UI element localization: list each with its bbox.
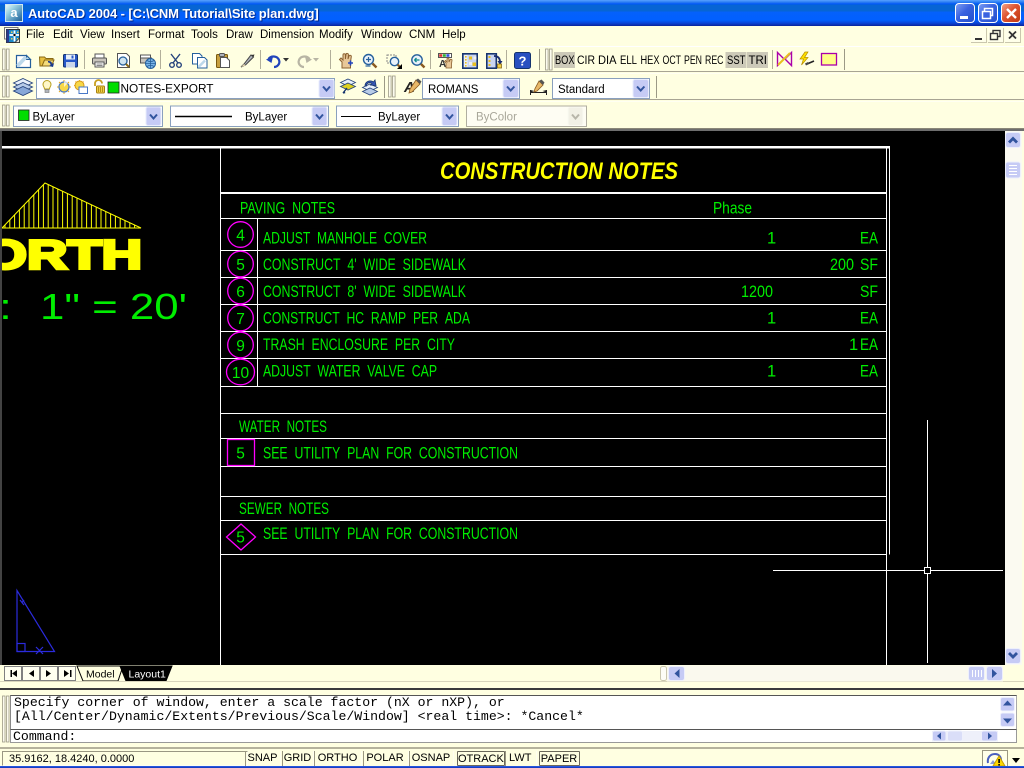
svg-text:1" = 20': 1" = 20' [40,286,187,327]
svg-text:WATER NOTES: WATER NOTES [239,418,327,436]
svg-text:5: 5 [236,257,245,274]
svg-text:1: 1 [849,336,858,354]
svg-text:SEE UTILITY PLAN FOR CONST: SEE UTILITY PLAN FOR CONSTRUCTION [263,525,518,543]
svg-text:9: 9 [236,338,245,355]
svg-text:1: 1 [767,230,776,248]
svg-text:PAVING NOTES: PAVING NOTES [240,200,335,218]
svg-text:SEE UTILITY PLAN FOR CONST: SEE UTILITY PLAN FOR CONSTRUCTION [263,445,518,463]
svg-text:ByLayer: ByLayer [378,112,420,124]
svg-text:ELL: ELL [620,55,637,67]
svg-text:ADJUST MANHOLE COVER: ADJUST MANHOLE COVER [263,230,427,248]
svg-text:200: 200 [830,256,854,274]
svg-text:ByLayer: ByLayer [33,112,75,124]
svg-text:1200: 1200 [741,283,773,301]
svg-text:Standard: Standard [558,84,605,96]
svg-text:6: 6 [236,284,245,301]
svg-text:1: 1 [767,363,776,381]
svg-text:ByColor: ByColor [476,112,517,124]
svg-text:SF: SF [860,283,878,301]
svg-text:TRASH ENCLOSURE PER CITY: TRASH ENCLOSURE PER CITY [263,336,455,354]
svg-text:E:: E: [2,286,12,327]
svg-text:OCT: OCT [663,55,682,67]
svg-text:Model: Model [86,669,115,681]
svg-text:ByLayer: ByLayer [245,112,287,124]
svg-text:?: ? [519,54,527,69]
svg-text:SEWER NOTES: SEWER NOTES [239,500,329,518]
svg-text:CONSTRUCT 4' WIDE SIDEWALK: CONSTRUCT 4' WIDE SIDEWALK [263,256,466,274]
svg-text:Layout1: Layout1 [129,669,167,681]
svg-text:4: 4 [236,228,245,245]
svg-text:REC: REC [705,55,724,67]
svg-text:TRI: TRI [749,55,768,67]
svg-text:BOX: BOX [555,55,575,67]
svg-text:ADJUST WATER VALVE CAP: ADJUST WATER VALVE CAP [263,363,437,381]
svg-text:CONSTRUCT 8' WIDE SIDEWALK: CONSTRUCT 8' WIDE SIDEWALK [263,283,466,301]
svg-text:SF: SF [860,256,878,274]
svg-text:PEN: PEN [684,55,702,67]
svg-text:ROMANS: ROMANS [428,84,479,96]
svg-text:EA: EA [860,363,878,381]
svg-text:Phase: Phase [713,200,752,218]
svg-text:NORTH: NORTH [2,232,142,278]
svg-text:5: 5 [236,446,245,463]
svg-text:DIA: DIA [598,55,617,67]
svg-text:CIR: CIR [577,55,595,67]
svg-text:EA: EA [860,336,878,354]
svg-text:CONSTRUCTION NOTES: CONSTRUCTION NOTES [440,158,678,185]
svg-text:7: 7 [236,311,245,328]
svg-text:NOTES-EXPORT: NOTES-EXPORT [121,82,215,96]
svg-text:EA: EA [860,310,878,328]
svg-text:CONSTRUCT HC RAMP PER ADA: CONSTRUCT HC RAMP PER ADA [263,310,470,328]
svg-text:1: 1 [767,310,776,328]
svg-text:SST: SST [727,55,746,67]
svg-text:HEX: HEX [641,55,660,67]
svg-text:10: 10 [232,365,250,382]
svg-text:EA: EA [860,230,878,248]
svg-text:5: 5 [236,530,245,547]
